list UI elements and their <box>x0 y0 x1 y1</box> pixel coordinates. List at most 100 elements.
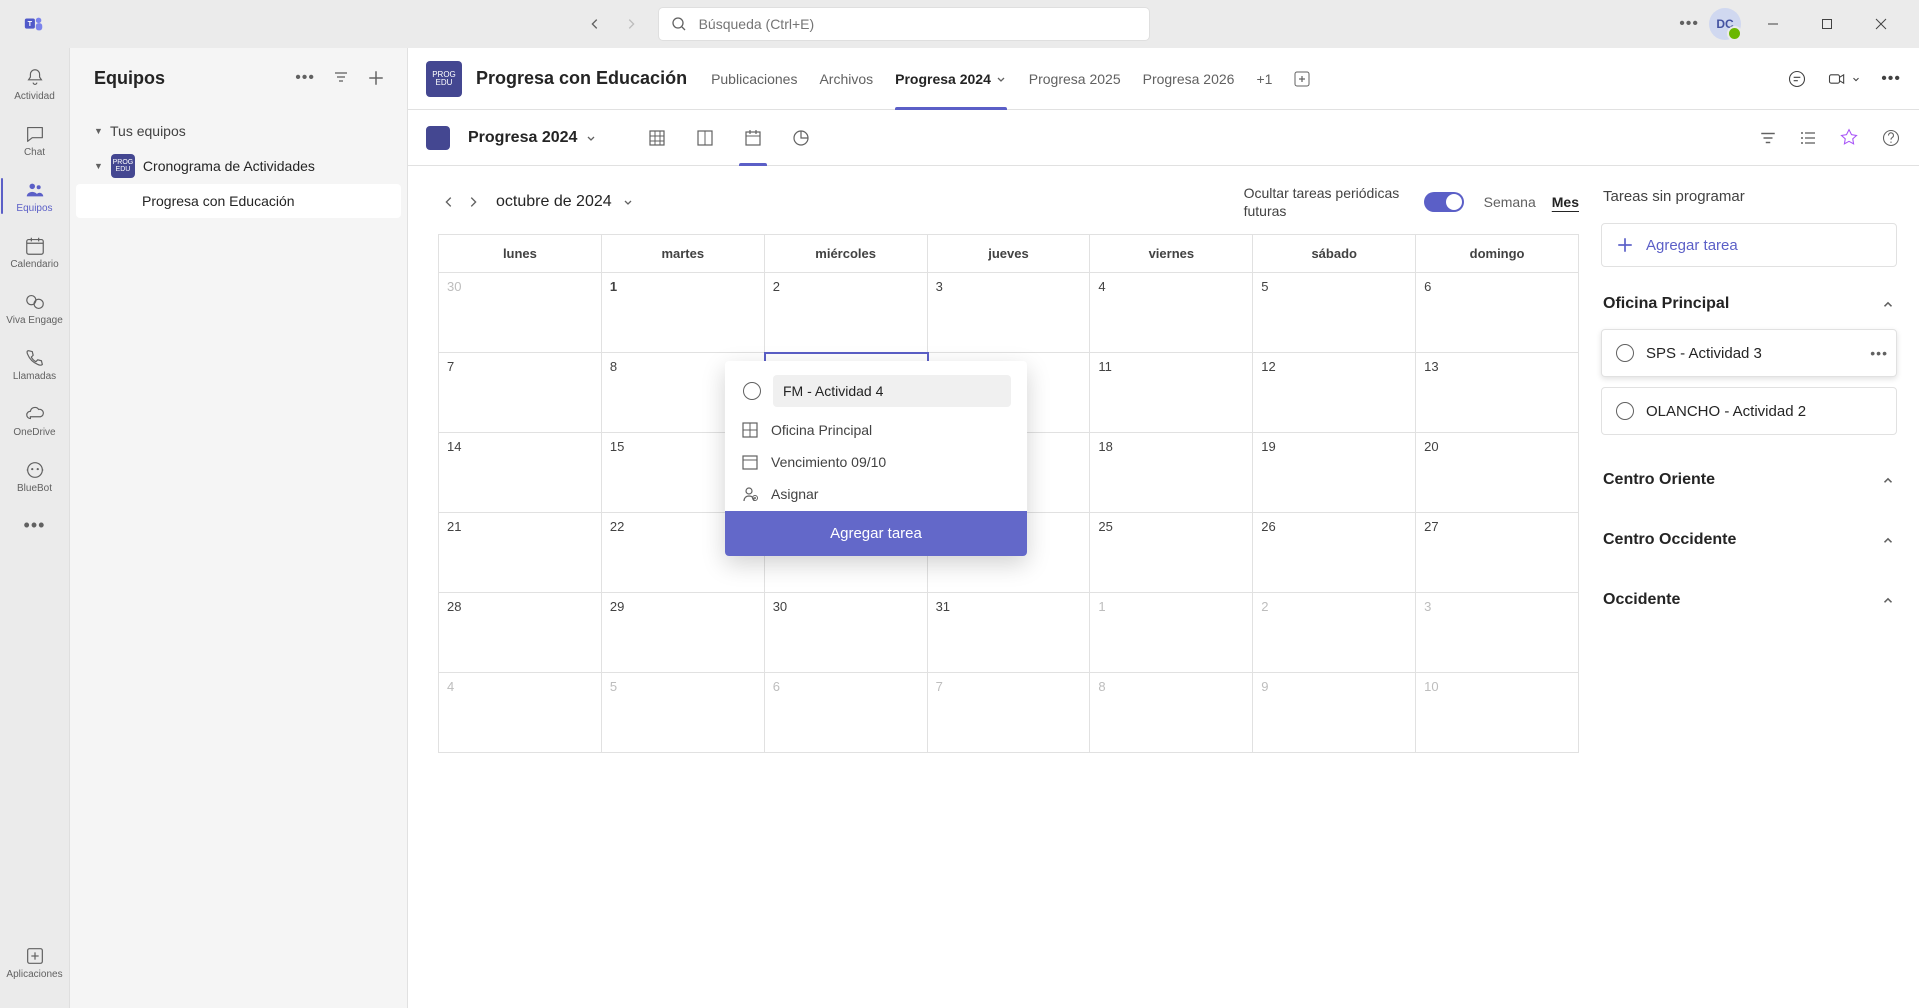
day-cell[interactable]: 6 <box>1416 273 1579 353</box>
day-cell[interactable]: 25 <box>1090 513 1253 593</box>
filter-icon[interactable] <box>333 69 349 87</box>
day-cell[interactable]: 8 <box>1090 673 1253 753</box>
tab-progresa-2025[interactable]: Progresa 2025 <box>1029 48 1121 110</box>
rail-more[interactable]: ••• <box>1 504 69 544</box>
bucket-header[interactable]: Centro Occidente <box>1601 525 1897 555</box>
chevron-down-icon[interactable] <box>585 132 597 144</box>
day-cell[interactable]: 3 <box>928 273 1091 353</box>
day-cell[interactable]: 3 <box>1416 593 1579 673</box>
day-cell[interactable]: 19 <box>1253 433 1416 513</box>
day-cell[interactable]: 30 <box>439 273 602 353</box>
task-complete-circle[interactable] <box>743 382 761 400</box>
rail-calendar[interactable]: Calendario <box>1 224 69 280</box>
task-complete-circle[interactable] <box>1616 402 1634 420</box>
close-button[interactable] <box>1859 8 1903 40</box>
list-icon[interactable] <box>1799 129 1817 147</box>
day-cell[interactable]: 4 <box>1090 273 1253 353</box>
more-icon[interactable]: ••• <box>295 69 315 87</box>
tab-progresa-2024[interactable]: Progresa 2024 <box>895 48 1007 110</box>
tab-progresa-2026[interactable]: Progresa 2026 <box>1143 48 1235 110</box>
day-cell[interactable]: 20 <box>1416 433 1579 513</box>
day-cell[interactable]: 31 <box>928 593 1091 673</box>
hide-recurring-toggle[interactable] <box>1424 192 1464 212</box>
day-cell[interactable]: 1 <box>1090 593 1253 673</box>
schedule-view-icon[interactable] <box>743 128 763 148</box>
rail-bluebot[interactable]: BlueBot <box>1 448 69 504</box>
search-input[interactable] <box>699 16 1137 32</box>
due-label[interactable]: Vencimiento 09/10 <box>771 454 886 470</box>
day-cell[interactable]: 14 <box>439 433 602 513</box>
bucket-label[interactable]: Oficina Principal <box>771 422 872 438</box>
task-card[interactable]: SPS - Actividad 3••• <box>1601 329 1897 377</box>
day-cell[interactable]: 30 <box>765 593 928 673</box>
day-cell[interactable]: 29 <box>602 593 765 673</box>
day-cell[interactable]: 9 <box>1253 673 1416 753</box>
nav-back-button[interactable] <box>579 8 611 40</box>
day-cell[interactable]: 21 <box>439 513 602 593</box>
task-more-icon[interactable]: ••• <box>1870 345 1888 361</box>
day-cell[interactable]: 2 <box>765 273 928 353</box>
day-cell[interactable]: 11 <box>1090 353 1253 433</box>
filter-icon[interactable] <box>1759 129 1777 147</box>
tab-posts[interactable]: Publicaciones <box>711 48 797 110</box>
channel-row[interactable]: Progresa con Educación <box>76 184 401 218</box>
your-teams-row[interactable]: ▼Tus equipos <box>76 114 401 148</box>
day-cell[interactable]: 28 <box>439 593 602 673</box>
task-card[interactable]: OLANCHO - Actividad 2 <box>1601 387 1897 435</box>
chart-view-icon[interactable] <box>791 128 811 148</box>
bucket-header[interactable]: Occidente <box>1601 585 1897 615</box>
task-name-input[interactable]: FM - Actividad 4 <box>773 375 1011 407</box>
day-cell[interactable]: 12 <box>1253 353 1416 433</box>
rail-activity[interactable]: Actividad <box>1 56 69 112</box>
day-cell[interactable]: 2 <box>1253 593 1416 673</box>
rail-chat[interactable]: Chat <box>1 112 69 168</box>
prev-month-button[interactable] <box>438 191 460 213</box>
day-cell[interactable]: 10 <box>1416 673 1579 753</box>
add-task-button[interactable]: Agregar tarea <box>1601 223 1897 267</box>
more-icon[interactable]: ••• <box>1679 15 1699 33</box>
rail-viva[interactable]: Viva Engage <box>1 280 69 336</box>
day-cell[interactable]: 18 <box>1090 433 1253 513</box>
search-input-container[interactable] <box>659 8 1149 40</box>
team-row[interactable]: ▼ PROGEDU Cronograma de Actividades <box>76 148 401 184</box>
board-view-icon[interactable] <box>695 128 715 148</box>
conversation-icon[interactable] <box>1787 69 1807 89</box>
help-icon[interactable] <box>1881 128 1901 148</box>
add-task-submit-button[interactable]: Agregar tarea <box>725 511 1027 556</box>
day-cell[interactable]: 4 <box>439 673 602 753</box>
day-cell[interactable]: 27 <box>1416 513 1579 593</box>
rail-onedrive[interactable]: OneDrive <box>1 392 69 448</box>
more-icon[interactable]: ••• <box>1881 70 1901 88</box>
maximize-button[interactable] <box>1805 8 1849 40</box>
rail-apps[interactable]: Aplicaciones <box>1 934 69 990</box>
day-cell[interactable]: 26 <box>1253 513 1416 593</box>
nav-forward-button[interactable] <box>615 8 647 40</box>
day-cell[interactable]: 6 <box>765 673 928 753</box>
tab-more[interactable]: +1 <box>1256 48 1272 110</box>
premium-icon[interactable] <box>1839 128 1859 148</box>
bucket-header[interactable]: Oficina Principal <box>1601 289 1897 319</box>
assign-label[interactable]: Asignar <box>771 486 818 502</box>
day-cell[interactable]: 7 <box>928 673 1091 753</box>
avatar[interactable]: DC <box>1709 8 1741 40</box>
rail-teams[interactable]: Equipos <box>1 168 69 224</box>
rail-calls[interactable]: Llamadas <box>1 336 69 392</box>
tab-files[interactable]: Archivos <box>819 48 873 110</box>
week-view-button[interactable]: Semana <box>1484 194 1536 210</box>
next-month-button[interactable] <box>462 191 484 213</box>
add-tab-button[interactable] <box>1294 48 1310 110</box>
day-cell[interactable]: 7 <box>439 353 602 433</box>
bucket-header[interactable]: Centro Oriente <box>1601 465 1897 495</box>
day-cell[interactable]: 13 <box>1416 353 1579 433</box>
minimize-button[interactable] <box>1751 8 1795 40</box>
meet-icon[interactable] <box>1827 69 1861 89</box>
day-cell[interactable]: 5 <box>602 673 765 753</box>
day-cell[interactable]: 5 <box>1253 273 1416 353</box>
add-team-icon[interactable] <box>367 69 385 87</box>
month-view-button[interactable]: Mes <box>1552 194 1579 210</box>
grid-view-icon[interactable] <box>647 128 667 148</box>
day-cell[interactable]: 1 <box>602 273 765 353</box>
month-picker[interactable]: octubre de 2024 <box>496 193 634 211</box>
calendar-area: octubre de 2024 Ocultar tareas periódica… <box>438 184 1579 1008</box>
task-complete-circle[interactable] <box>1616 344 1634 362</box>
